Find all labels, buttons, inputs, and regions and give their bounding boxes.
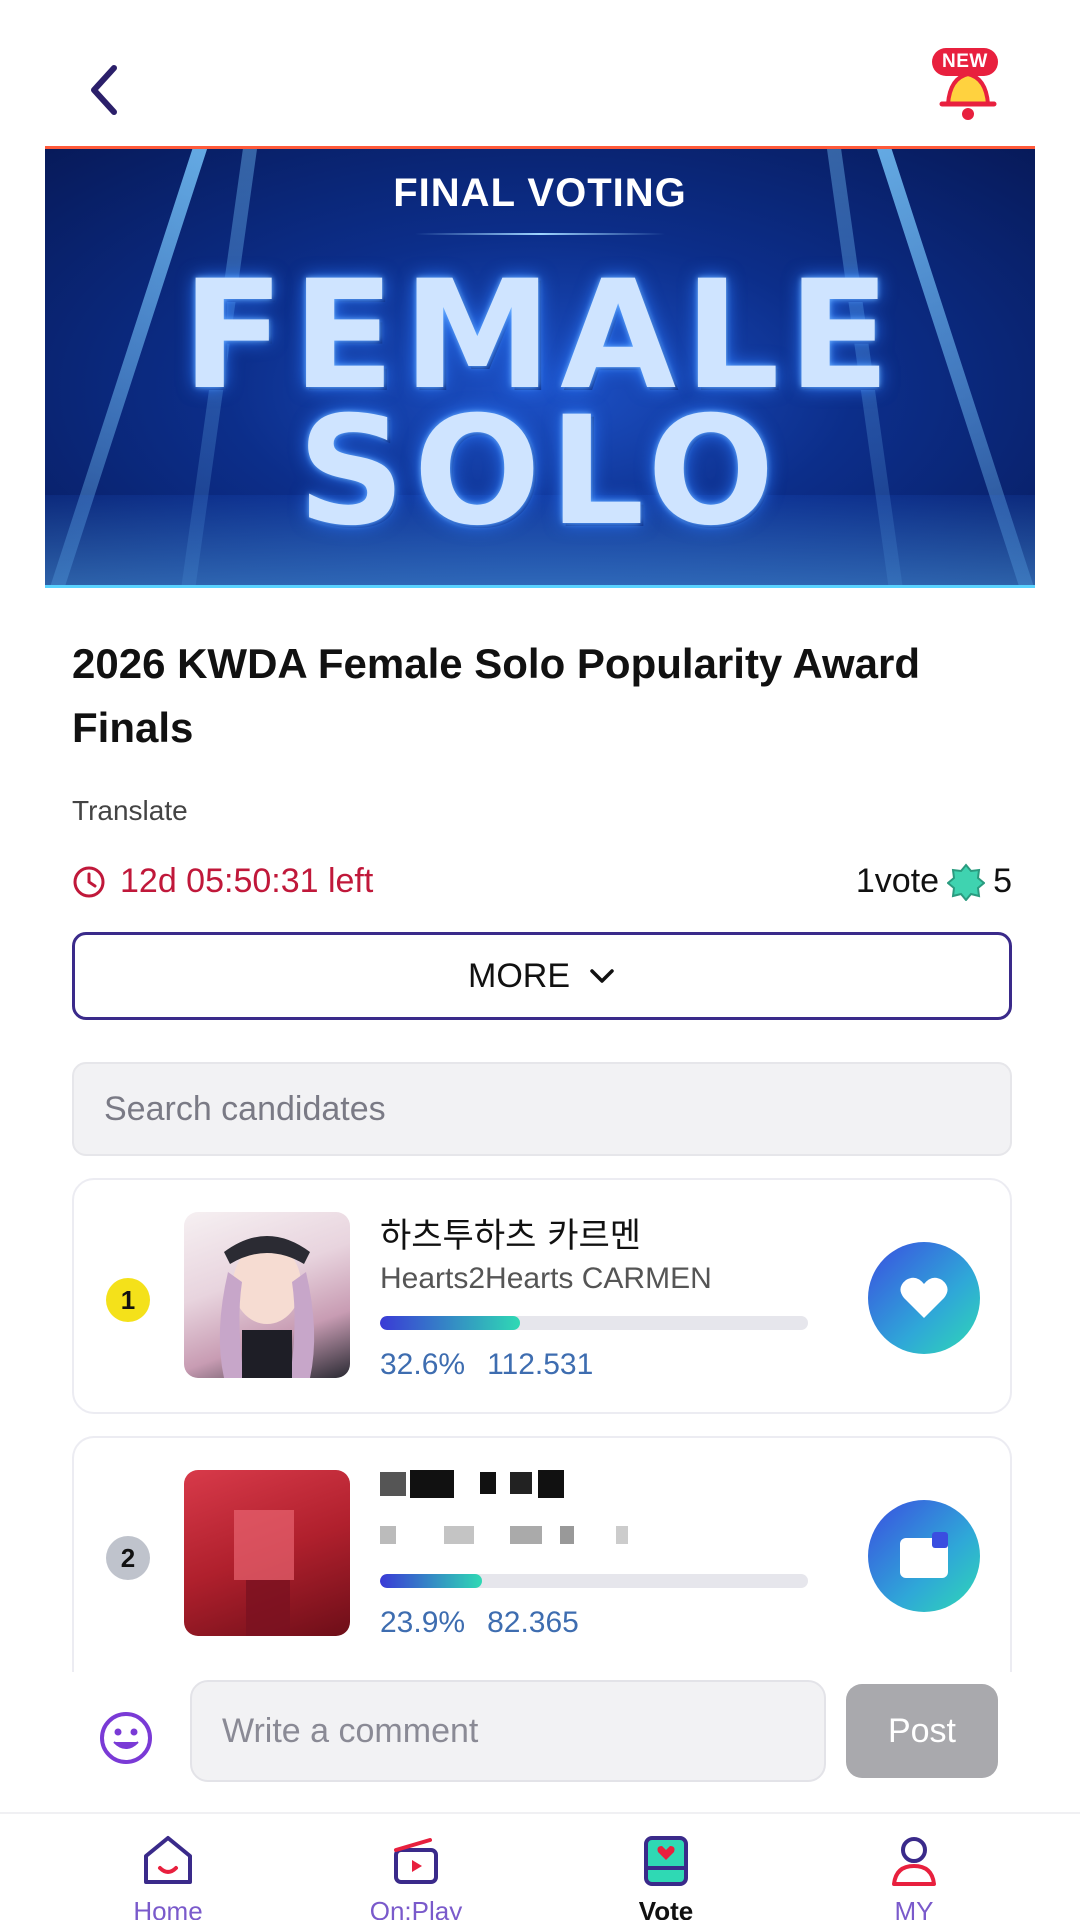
vote-cost: 1vote 5 (856, 862, 1012, 901)
translate-link[interactable]: Translate (72, 795, 188, 827)
vote-label: 1vote (855, 862, 940, 900)
candidate-card[interactable]: 1 하츠투하츠 카르멘 Hearts2Hearts CARMEN 32.6% 11… (72, 1178, 1012, 1414)
vote-cost-value: 5 (993, 862, 1012, 900)
event-banner: FINAL VOTING FEMALE SOLO (45, 146, 1035, 588)
vote-progress-track (380, 1316, 808, 1330)
top-bar: NEW (0, 40, 1080, 140)
redacted-name (380, 1470, 564, 1498)
post-button[interactable]: Post (846, 1684, 998, 1778)
share-icon (900, 1532, 948, 1578)
bottom-nav: Home On:Play Vote MY (0, 1812, 1080, 1920)
vote-count: 82.365 (487, 1606, 579, 1639)
candidate-name-en (380, 1520, 650, 1558)
comment-input[interactable]: Write a comment (190, 1680, 826, 1782)
nav-label: On:Play (369, 1896, 463, 1920)
vote-progress-track (380, 1574, 808, 1588)
profile-icon (892, 1837, 936, 1886)
back-chevron-icon[interactable] (80, 60, 130, 120)
more-button[interactable]: MORE (72, 932, 1012, 1020)
new-badge: NEW (932, 48, 998, 76)
vote-box-icon (644, 1836, 688, 1886)
clock-icon (73, 866, 105, 897)
time-left-text: 12d 05:50:31 left (120, 862, 374, 900)
countdown: 12d 05:50:31 left (72, 862, 373, 901)
nav-label: Home (133, 1896, 203, 1920)
event-title: 2026 KWDA Female Solo Popularity Award F… (72, 640, 920, 751)
banner-subtitle: FINAL VOTING (393, 171, 687, 215)
star-icon (947, 862, 986, 901)
candidate-card[interactable]: 2 23.9% 82.365 (72, 1436, 1012, 1676)
notification-button[interactable]: NEW (928, 48, 1008, 128)
rank-badge: 1 (106, 1278, 150, 1322)
more-label: MORE (468, 956, 570, 995)
vote-button[interactable] (868, 1242, 980, 1354)
chevron-down-icon (590, 969, 614, 983)
vote-page: NEW FINAL VOTING FEMALE SOLO 2026 KWDA F… (0, 0, 1080, 1920)
vote-percent: 32.6% (380, 1348, 466, 1381)
vote-progress-fill (380, 1316, 520, 1330)
vote-progress-fill (380, 1574, 483, 1588)
emoji-button[interactable] (96, 1708, 156, 1768)
nav-my[interactable]: MY (834, 1830, 994, 1920)
vote-percent: 23.9% (380, 1606, 466, 1639)
rank-badge: 2 (106, 1536, 150, 1580)
nav-label: Vote (638, 1896, 694, 1920)
heart-icon (900, 1277, 948, 1318)
candidate-name-ko (380, 1466, 570, 1511)
banner-title-line2: SOLO (297, 385, 783, 559)
banner-divider (415, 233, 665, 235)
comment-bar: Write a comment Post (0, 1672, 1080, 1802)
smiley-icon (100, 1712, 152, 1764)
search-input[interactable]: Search candidates (72, 1062, 1012, 1156)
nav-home[interactable]: Home (88, 1830, 248, 1920)
candidate-name-en: Hearts2Hearts CARMEN (380, 1262, 712, 1295)
candidate-photo (184, 1212, 350, 1378)
candidate-name-ko: 하츠투하츠 카르멘 (380, 1216, 642, 1256)
clapperboard-icon (394, 1838, 438, 1884)
vote-button[interactable] (868, 1500, 980, 1612)
nav-vote[interactable]: Vote (586, 1830, 746, 1920)
vote-stats: 23.9% 82.365 (380, 1606, 579, 1640)
candidate-photo (184, 1470, 350, 1636)
nav-onplay[interactable]: On:Play (336, 1830, 496, 1920)
home-icon (144, 1836, 192, 1884)
nav-label: MY (894, 1896, 934, 1920)
vote-count: 112.531 (487, 1348, 594, 1381)
vote-stats: 32.6% 112.531 (380, 1348, 593, 1382)
redacted-name (380, 1526, 628, 1544)
